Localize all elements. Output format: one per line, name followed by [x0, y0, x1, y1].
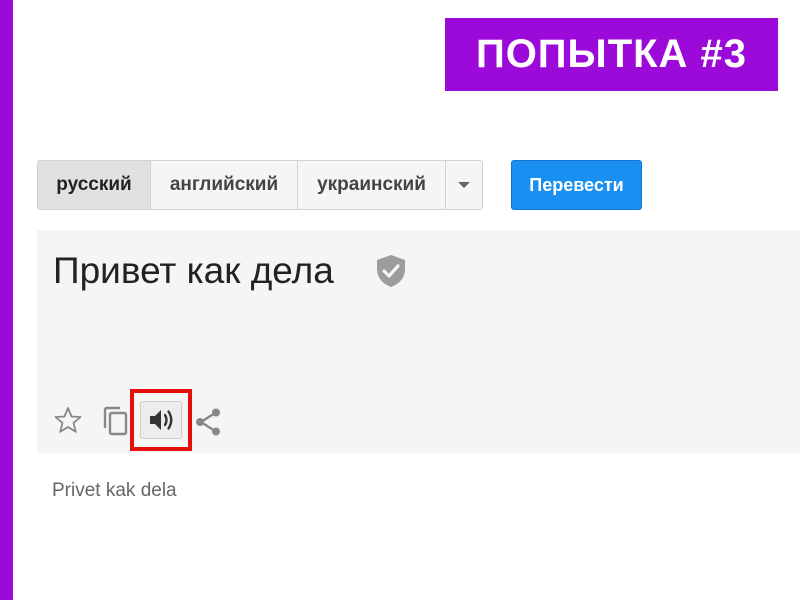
tab-english[interactable]: английский	[151, 161, 298, 209]
accent-stripe	[0, 0, 13, 600]
source-text-panel: Привет как дела	[37, 230, 800, 453]
share-icon[interactable]	[194, 407, 222, 437]
tab-ukrainian[interactable]: украинский	[298, 161, 446, 209]
language-more-button[interactable]	[446, 161, 482, 209]
shield-check-icon	[377, 255, 405, 287]
source-text[interactable]: Привет как дела	[53, 250, 334, 292]
attempt-badge: ПОПЫТКА #3	[445, 18, 778, 91]
tab-russian[interactable]: русский	[38, 161, 151, 209]
transliteration-text: Privet kak dela	[52, 480, 177, 501]
star-icon[interactable]	[53, 405, 83, 435]
translate-button[interactable]: Перевести	[511, 160, 642, 210]
chevron-down-icon	[458, 182, 470, 188]
page: ПОПЫТКА #3 русский английский украинский…	[0, 0, 800, 600]
speaker-icon	[150, 410, 173, 430]
language-selector: русский английский украинский	[37, 160, 483, 210]
speaker-button[interactable]	[140, 401, 182, 439]
copy-icon[interactable]	[99, 405, 131, 437]
